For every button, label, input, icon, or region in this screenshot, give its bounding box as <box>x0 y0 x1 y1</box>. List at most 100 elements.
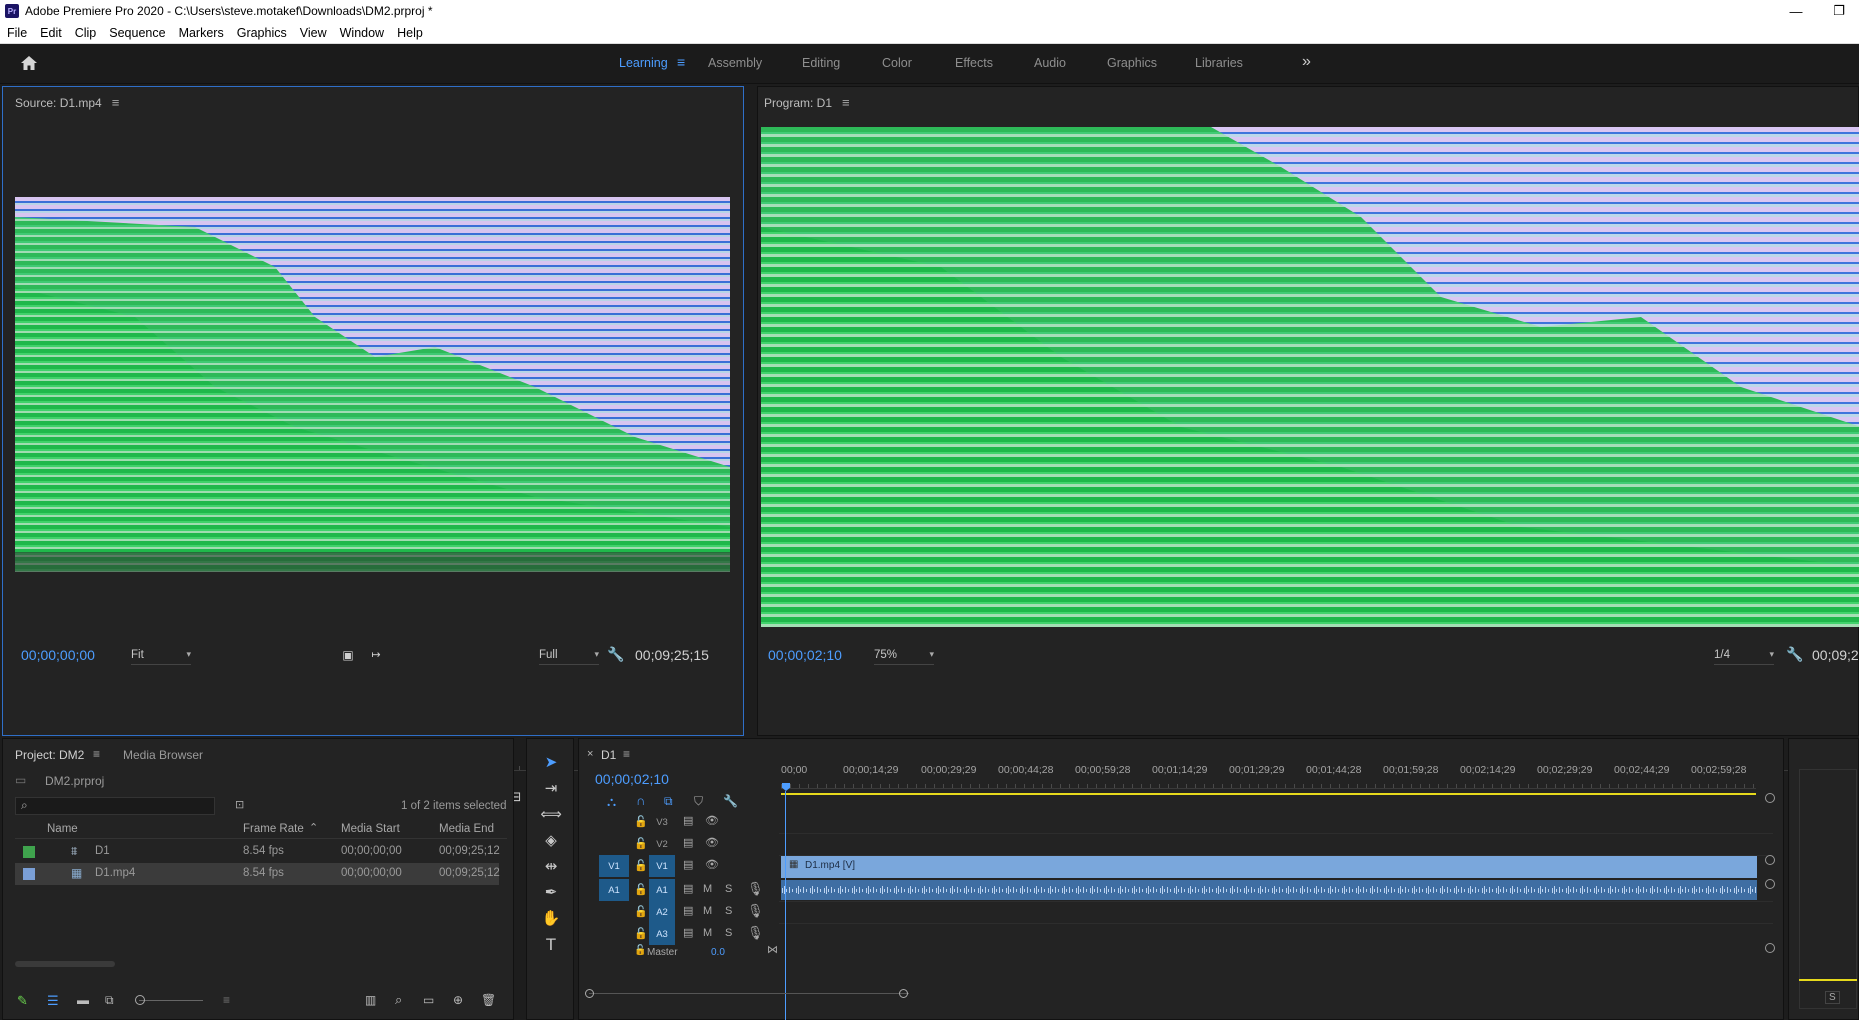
microphone-icon[interactable]: 🎙 <box>747 881 764 897</box>
label-color-swatch[interactable] <box>23 846 35 858</box>
razor-tool-icon[interactable]: ◈ <box>539 831 563 853</box>
work-area-bar[interactable] <box>781 793 1756 795</box>
track-name-v3[interactable]: V3 <box>649 811 675 833</box>
bottom-zoom-handle[interactable] <box>1765 943 1775 953</box>
audio-clip[interactable] <box>781 880 1757 900</box>
program-resolution-dropdown[interactable]: 1/4 ▾ <box>1714 649 1774 665</box>
eye-icon[interactable]: 👁 <box>705 858 719 871</box>
pencil-icon[interactable]: ✎ <box>17 993 28 1009</box>
lock-icon[interactable]: 🔓 <box>634 859 648 872</box>
menu-file[interactable]: File <box>7 26 27 40</box>
sync-lock-icon[interactable]: ▤ <box>683 836 693 849</box>
source-patch-a1[interactable]: A1 <box>599 879 629 901</box>
wrench-icon[interactable]: 🔧 <box>605 646 627 663</box>
microphone-icon[interactable]: 🎙 <box>747 903 764 919</box>
workspace-color[interactable]: Color <box>882 56 912 70</box>
menu-help[interactable]: Help <box>397 26 423 40</box>
eye-icon[interactable]: 👁 <box>705 814 719 827</box>
video-clip[interactable]: ▦ D1.mp4 [V] <box>781 856 1757 878</box>
menu-clip[interactable]: Clip <box>75 26 97 40</box>
menu-markers[interactable]: Markers <box>179 26 224 40</box>
list-view-icon[interactable]: ☰ <box>47 993 59 1009</box>
automate-to-sequence-icon[interactable]: ▥ <box>365 993 376 1007</box>
type-tool-icon[interactable]: T <box>539 935 563 957</box>
zoom-slider-thumb[interactable] <box>135 995 145 1005</box>
label-color-swatch[interactable] <box>23 868 35 880</box>
mute-button[interactable]: M <box>703 883 712 895</box>
workspace-graphics[interactable]: Graphics <box>1107 56 1157 70</box>
lock-icon[interactable]: 🔓 <box>634 883 648 896</box>
timeline-playhead-head[interactable] <box>782 783 790 791</box>
track-select-tool-icon[interactable]: ⇥ <box>539 779 563 801</box>
program-monitor-title[interactable]: Program: D1 <box>764 96 832 110</box>
minimize-button[interactable]: — <box>1776 0 1816 22</box>
column-media-end[interactable]: Media End <box>439 823 494 835</box>
table-row[interactable]: ▦ D1.mp4 8.54 fps 00;00;00;00 00;09;25;1… <box>15 863 500 885</box>
menu-view[interactable]: View <box>300 26 327 40</box>
workspace-effects[interactable]: Effects <box>955 56 993 70</box>
master-volume-value[interactable]: 0.0 <box>711 947 725 958</box>
workspace-editing[interactable]: Editing <box>802 56 840 70</box>
sync-lock-icon[interactable]: ▤ <box>683 814 693 827</box>
go-to-edges-icon[interactable]: ⋈ <box>767 943 778 956</box>
panel-menu-icon[interactable]: ≡ <box>842 95 850 110</box>
source-resolution-dropdown[interactable]: Full ▾ <box>539 649 599 665</box>
insert-arrows-icon[interactable]: ↦ <box>365 648 387 661</box>
program-zoom-dropdown[interactable]: 75% ▾ <box>874 649 934 665</box>
restore-button[interactable]: ❐ <box>1819 0 1859 22</box>
workspace-overflow-icon[interactable]: » <box>1302 53 1311 71</box>
icon-view-icon[interactable]: ▬ <box>77 993 89 1007</box>
wrench-icon[interactable]: 🔧 <box>1784 646 1806 663</box>
source-video-frame[interactable] <box>15 197 730 572</box>
freeform-view-icon[interactable]: ⧉ <box>105 993 114 1008</box>
menu-sequence[interactable]: Sequence <box>109 26 165 40</box>
audio-zoom-handle[interactable] <box>1765 879 1775 889</box>
pen-tool-icon[interactable]: ✒ <box>539 883 563 905</box>
vertical-zoom-handle[interactable] <box>1765 793 1775 803</box>
workspace-assembly[interactable]: Assembly <box>708 56 762 70</box>
find-icon[interactable]: ⌕ <box>395 992 402 1008</box>
insert-nest-icon[interactable]: ⛬ <box>607 794 616 810</box>
column-name[interactable]: Name <box>47 823 78 835</box>
menu-window[interactable]: Window <box>340 26 384 40</box>
source-fit-dropdown[interactable]: Fit ▾ <box>131 649 191 665</box>
scroll-start-handle[interactable] <box>585 989 594 998</box>
source-patch-v1[interactable]: V1 <box>599 855 629 877</box>
panel-menu-icon[interactable]: ≡ <box>623 747 630 761</box>
table-row[interactable]: ⩩ D1 8.54 fps 00;00;00;00 00;09;25;12 <box>15 841 500 863</box>
mute-button[interactable]: M <box>703 927 712 939</box>
microphone-icon[interactable]: 🎙 <box>747 925 764 941</box>
lock-icon[interactable]: 🔓 <box>634 815 648 828</box>
lock-icon[interactable]: 🔓 <box>634 837 648 850</box>
new-bin-icon[interactable]: ▭ <box>423 993 434 1007</box>
program-timecode[interactable]: 00;00;02;10 <box>768 647 842 663</box>
solo-button[interactable]: S <box>725 927 732 939</box>
snap-magnet-icon[interactable]: ∩ <box>636 793 645 808</box>
menu-edit[interactable]: Edit <box>40 26 62 40</box>
workspace-libraries[interactable]: Libraries <box>1195 56 1243 70</box>
track-target-a3[interactable]: A3 <box>649 923 675 945</box>
wrench-icon[interactable]: 🔧 <box>723 794 738 808</box>
lock-icon[interactable]: 🔓 <box>634 905 648 918</box>
source-timecode[interactable]: 00;00;00;00 <box>21 647 95 663</box>
timeline-timecode[interactable]: 00;00;02;10 <box>595 771 669 787</box>
track-target-a2[interactable]: A2 <box>649 901 675 923</box>
workspace-menu-icon[interactable]: ≡ <box>677 54 685 70</box>
sync-lock-icon[interactable]: ▤ <box>683 926 693 939</box>
slip-tool-icon[interactable]: ⇹ <box>539 857 563 879</box>
track-target-a1[interactable]: A1 <box>649 879 675 901</box>
column-media-start[interactable]: Media Start <box>341 823 400 835</box>
sort-icons-icon[interactable]: ≡ <box>223 993 230 1007</box>
video-zoom-handle[interactable] <box>1765 855 1775 865</box>
lock-icon[interactable]: 🔓 <box>634 945 646 956</box>
media-browser-tab[interactable]: Media Browser <box>123 748 203 762</box>
timeline-scrollbar-track[interactable] <box>589 993 909 994</box>
lock-icon[interactable]: 🔓 <box>634 927 648 940</box>
settings-square-icon[interactable]: ▣ <box>337 648 359 662</box>
scroll-end-handle[interactable] <box>899 989 908 998</box>
close-icon[interactable]: × <box>587 748 593 760</box>
project-horizontal-scrollbar[interactable] <box>15 961 115 967</box>
menu-graphics[interactable]: Graphics <box>237 26 287 40</box>
panel-menu-icon[interactable]: ≡ <box>93 747 100 761</box>
track-name-v2[interactable]: V2 <box>649 833 675 855</box>
